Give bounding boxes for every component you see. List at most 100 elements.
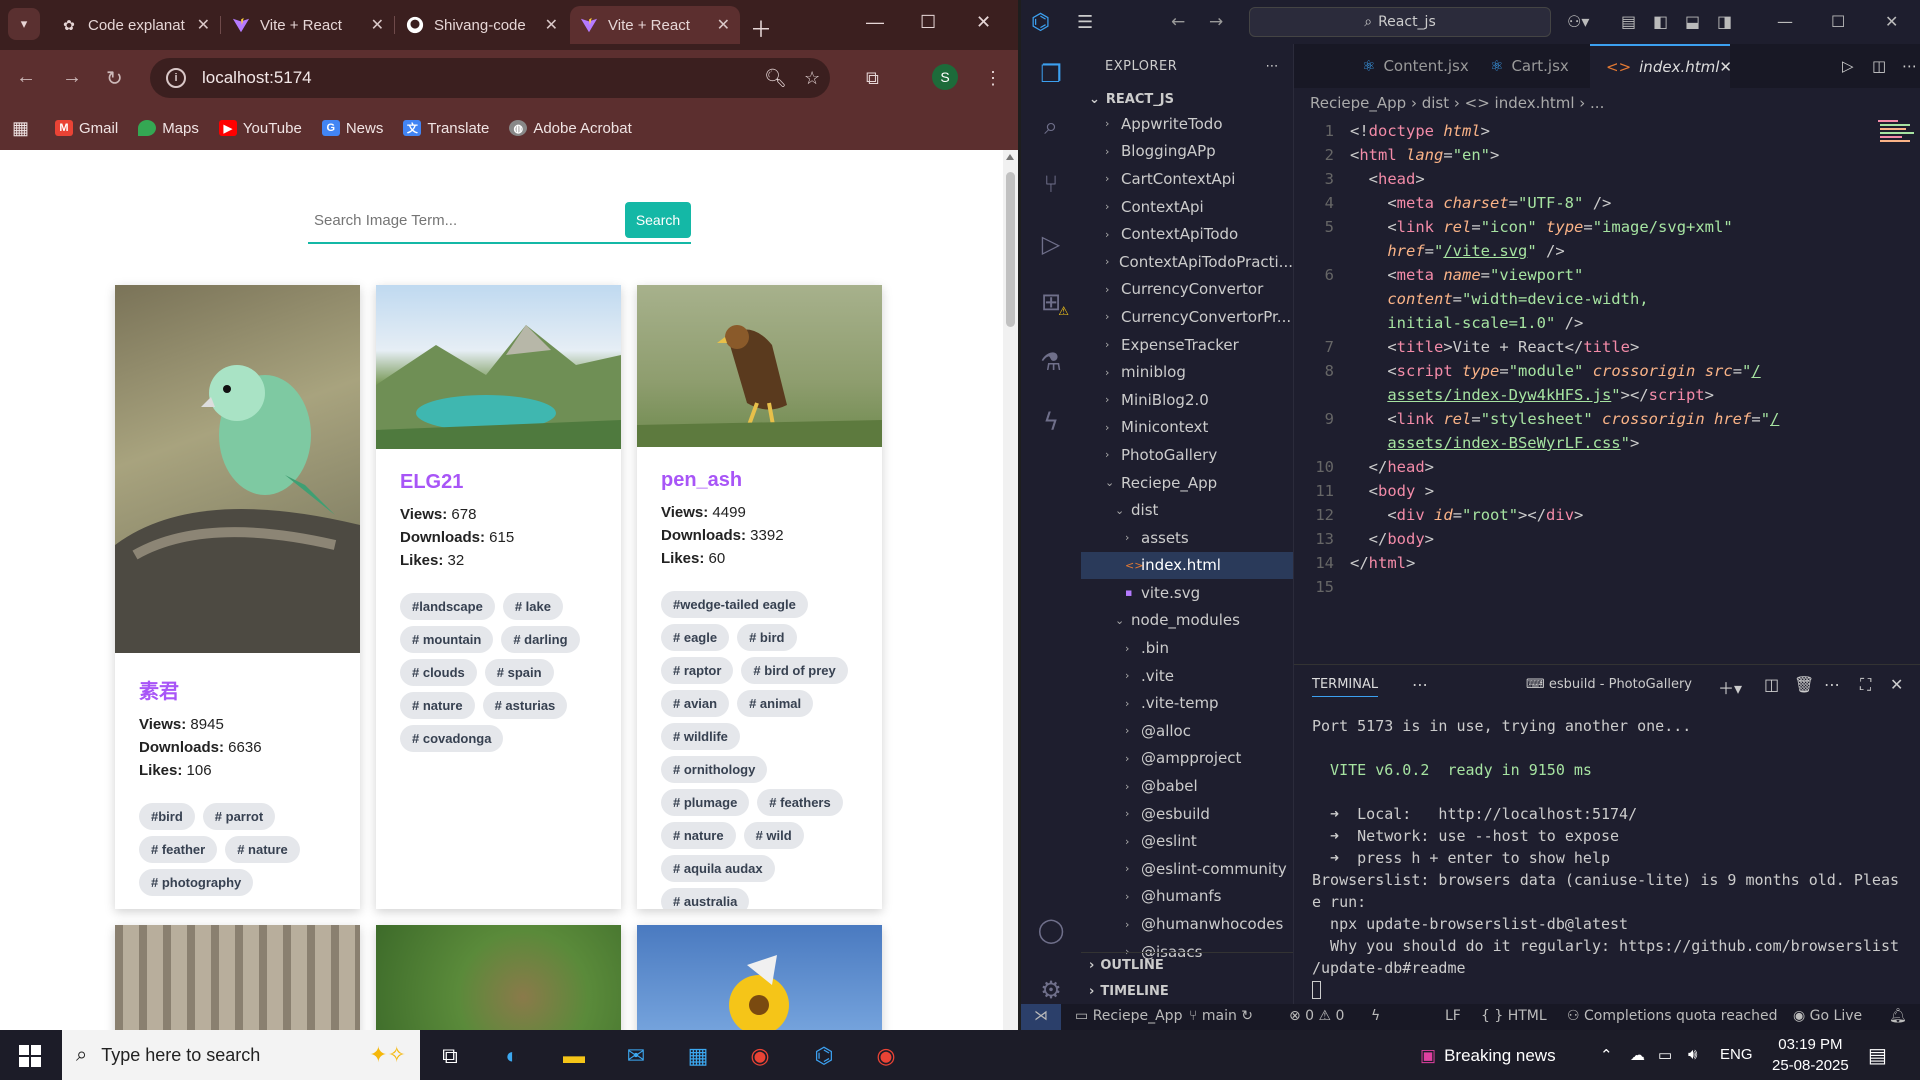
explorer-tree-item[interactable]: › @babel	[1081, 772, 1293, 800]
menu-icon[interactable]: ⋮	[984, 68, 1002, 89]
tag[interactable]: # spain	[484, 659, 554, 686]
tag[interactable]: # wild	[743, 822, 804, 849]
outline-section[interactable]: › OUTLINE	[1081, 952, 1293, 978]
tag[interactable]: # plumage	[661, 789, 750, 816]
editor-tab[interactable]: ⚛ Cart.jsx	[1474, 44, 1585, 88]
browser-tab-active[interactable]: Vite + React ✕	[570, 6, 740, 44]
explorer-tree-item[interactable]: › @eslint	[1081, 827, 1293, 855]
explorer-tree-item[interactable]: › ContextApi	[1081, 193, 1293, 221]
url-bar[interactable]: i localhost:5174	[150, 58, 830, 98]
close-tab-icon[interactable]: ✕	[1719, 58, 1732, 76]
explorer-tree-item[interactable]: › Minicontext	[1081, 414, 1293, 442]
tag[interactable]: # mountain	[400, 626, 494, 653]
news-widget[interactable]: ▣ Breaking news	[1420, 1046, 1556, 1066]
close-window-icon[interactable]: ✕	[976, 12, 991, 33]
task-view-icon[interactable]: ⧉	[434, 1040, 466, 1072]
card-image-squirrel[interactable]	[376, 925, 621, 1030]
explorer-tree-item[interactable]: › @eslint-community	[1081, 855, 1293, 883]
explorer-tree-item[interactable]: <> index.html	[1081, 551, 1293, 580]
bookmark-star-icon[interactable]: ☆	[804, 68, 820, 89]
status-copilot[interactable]: ⚇ Completions quota reached	[1567, 1008, 1778, 1024]
tag[interactable]: # animal	[737, 690, 814, 717]
tag[interactable]: # eagle	[661, 624, 730, 651]
code-editor[interactable]: 1 <!doctype html> 2 <html lang="en"> 3 <he…	[1294, 114, 1884, 674]
vscode-icon[interactable]: ⌬	[808, 1040, 840, 1072]
explorer-tree-item[interactable]: › @esbuild	[1081, 800, 1293, 828]
explorer-icon[interactable]: ❐	[1033, 56, 1069, 92]
explorer-tree-item[interactable]: › miniblog	[1081, 358, 1293, 386]
run-debug-icon[interactable]: ▷	[1033, 226, 1069, 262]
tag[interactable]: # avian	[661, 690, 730, 717]
browser-tab[interactable]: ✿ Code explanat ✕	[50, 6, 221, 44]
new-terminal-icon[interactable]: ＋▾	[1718, 675, 1742, 699]
explorer-tree-item[interactable]: › .bin	[1081, 634, 1293, 662]
tag[interactable]: #landscape	[400, 593, 495, 620]
bookmark-adobe-acrobat[interactable]: ◍ Adobe Acrobat	[509, 120, 632, 137]
explorer-tree-item[interactable]: › @humanwhocodes	[1081, 910, 1293, 938]
apps-icon[interactable]: ▦	[12, 118, 29, 139]
language-indicator[interactable]: ENG	[1720, 1046, 1753, 1063]
show-hidden-icons[interactable]: ⌃	[1600, 1046, 1613, 1064]
close-tab-icon[interactable]: ✕	[545, 15, 558, 35]
explorer-tree-item[interactable]: › assets	[1081, 524, 1293, 552]
chrome-icon[interactable]: ◉	[744, 1040, 776, 1072]
status-problems[interactable]: ⊗ 0 ⚠ 0	[1289, 1008, 1344, 1024]
forward-icon[interactable]: →	[1209, 12, 1223, 32]
clock[interactable]: 03:19 PM 25-08-2025	[1772, 1034, 1849, 1076]
trash-icon[interactable]: 🗑︎	[1794, 675, 1814, 694]
bookmark-youtube[interactable]: ▶ YouTube	[218, 120, 302, 137]
status-repo[interactable]: ▭ Reciepe_App	[1075, 1008, 1182, 1024]
breadcrumb[interactable]: Reciepe_App › dist › <> index.html › ...	[1310, 94, 1604, 112]
zoom-icon[interactable]: 🔍︎	[764, 68, 787, 89]
explorer-tree-item[interactable]: › ExpenseTracker	[1081, 331, 1293, 359]
explorer-tree-item[interactable]: › @alloc	[1081, 717, 1293, 745]
remote-icon[interactable]: ⋊	[1021, 1004, 1061, 1030]
more-panels-icon[interactable]: ⋯	[1412, 675, 1428, 694]
browser-tab[interactable]: Vite + React ✕	[222, 6, 395, 44]
settings-gear-icon[interactable]: ⚙	[1033, 972, 1069, 1008]
search-icon[interactable]: ⌕	[1033, 108, 1069, 144]
explorer-tree-item[interactable]: ⌄ dist	[1081, 496, 1293, 524]
toggle-secondary-sidebar-icon[interactable]: ◨	[1717, 12, 1732, 31]
tag[interactable]: # wildlife	[661, 723, 740, 750]
tag[interactable]: # parrot	[202, 803, 276, 830]
explorer-tree-item[interactable]: › AppwriteTodo	[1081, 110, 1293, 138]
tag[interactable]: # photography	[139, 869, 254, 896]
explorer-tree-item[interactable]: ⌄ node_modules	[1081, 607, 1293, 635]
status-golive[interactable]: ◉ Go Live	[1793, 1008, 1862, 1024]
tag[interactable]: # nature	[225, 836, 300, 863]
status-sync-icon[interactable]: ϟ	[1371, 1008, 1380, 1024]
hamburger-menu-icon[interactable]: ☰	[1077, 12, 1093, 33]
split-terminal-icon[interactable]: ◫	[1764, 675, 1779, 694]
taskbar-search[interactable]: ⌕ Type here to search ✦✧	[62, 1030, 420, 1080]
tab-search-button[interactable]: ▾	[8, 8, 40, 40]
explorer-tree-item[interactable]: › CartContextApi	[1081, 165, 1293, 193]
layout-icon[interactable]: ▤	[1621, 12, 1636, 31]
tag[interactable]: #wedge-tailed eagle	[661, 591, 808, 618]
explorer-tree-item[interactable]: › CurrencyConvertorPr...	[1081, 303, 1293, 331]
terminal-output[interactable]: Port 5173 is in use, trying another one.…	[1312, 715, 1912, 999]
bookmark-gmail[interactable]: M Gmail	[55, 120, 118, 137]
tag[interactable]: # asturias	[482, 692, 568, 719]
chrome-profile-icon[interactable]: ◉	[870, 1040, 902, 1072]
notifications-bell-icon[interactable]: 🔔︎	[1889, 1008, 1907, 1024]
explorer-tree-item[interactable]: › @ampproject	[1081, 745, 1293, 773]
copilot-icon[interactable]: ⚇▾	[1567, 12, 1589, 31]
explorer-tree-item[interactable]: › MiniBlog2.0	[1081, 386, 1293, 414]
command-center-search[interactable]: ⌕ React_js	[1249, 7, 1551, 37]
tag[interactable]: # nature	[400, 692, 475, 719]
tag[interactable]: # feather	[139, 836, 218, 863]
card-image-eagle[interactable]	[637, 285, 882, 447]
close-panel-icon[interactable]: ✕	[1890, 675, 1903, 694]
source-control-icon[interactable]: ⑂	[1033, 166, 1069, 202]
live-share-icon[interactable]: ϟ	[1033, 404, 1069, 440]
tag[interactable]: # clouds	[400, 659, 477, 686]
explorer-tree-item[interactable]: › PhotoGallery	[1081, 441, 1293, 469]
card-image-cathedral[interactable]	[115, 925, 360, 1030]
back-icon[interactable]: ←	[1171, 12, 1185, 32]
explorer-tree-item[interactable]: › ContextApiTodo	[1081, 220, 1293, 248]
tag[interactable]: # raptor	[661, 657, 734, 684]
profile-avatar[interactable]: S	[932, 64, 958, 90]
back-icon[interactable]: ←	[16, 66, 36, 89]
explorer-tree-item[interactable]: ⌄ Reciepe_App	[1081, 469, 1293, 497]
